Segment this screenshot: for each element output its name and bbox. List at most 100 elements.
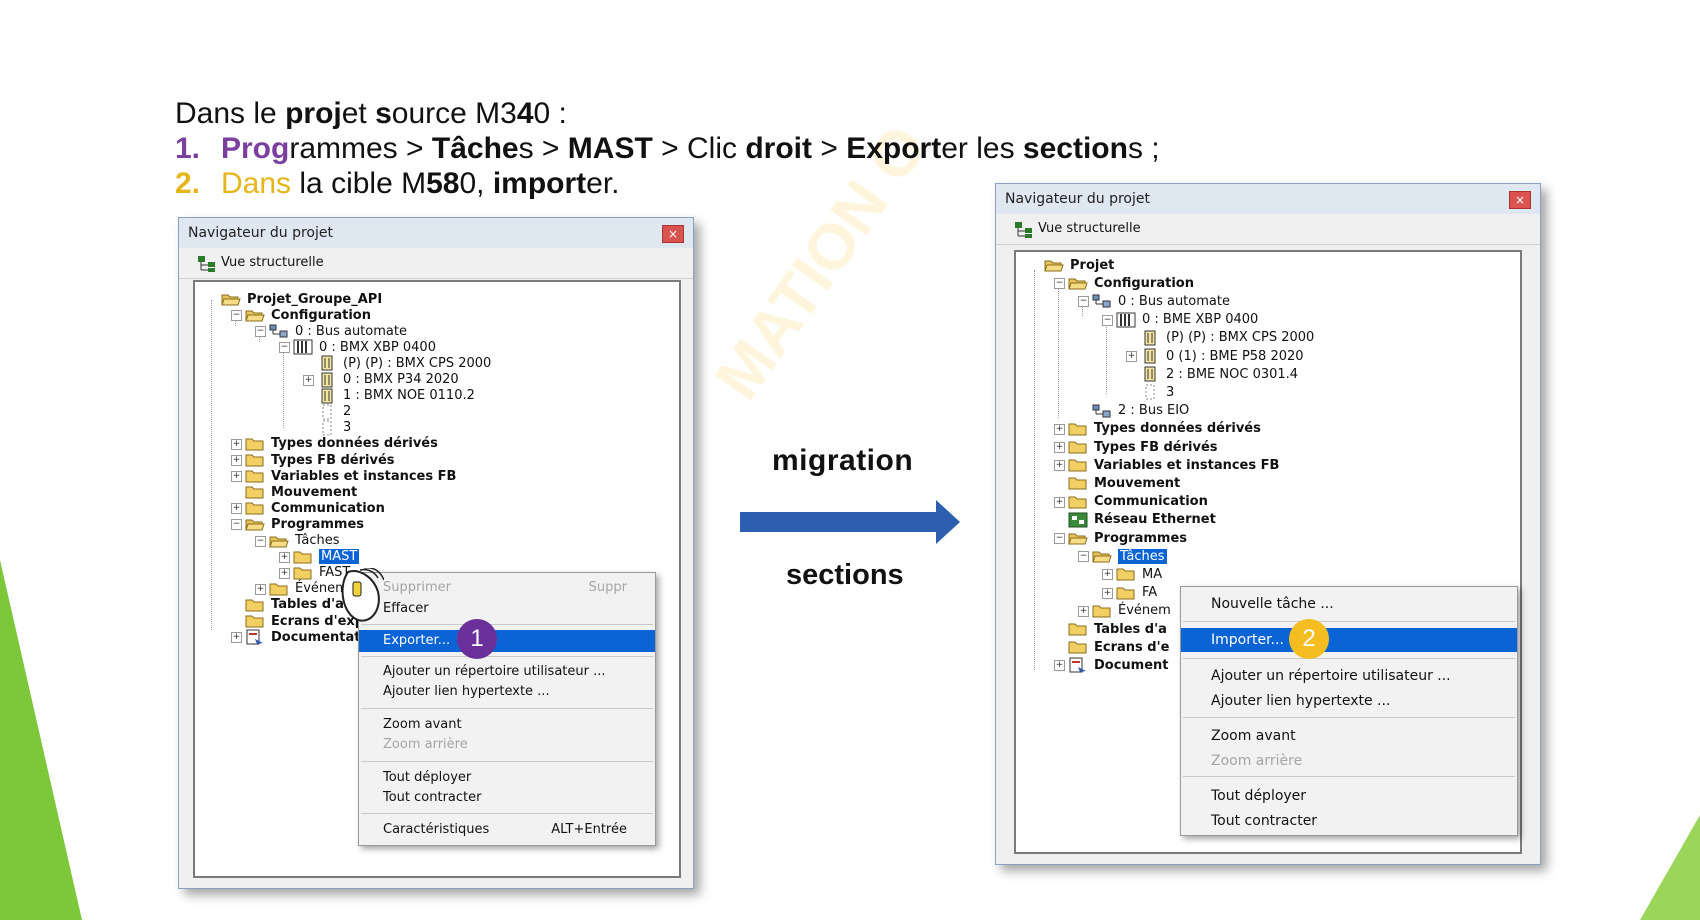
expand-icon[interactable]: + — [1054, 423, 1065, 435]
tree-item-label: MAST — [319, 549, 360, 565]
menu-item[interactable]: Tout déployer — [359, 767, 655, 789]
menu-item[interactable]: Tout contracter — [1181, 809, 1517, 833]
menu-item[interactable]: Zoom avant — [359, 714, 655, 736]
tree-item[interactable]: Projet — [1044, 256, 1114, 274]
folder-icon — [245, 484, 265, 500]
expand-icon[interactable]: + — [1054, 660, 1065, 672]
left-toolbar-label[interactable]: Vue structurelle — [221, 255, 324, 270]
tree-item[interactable]: Documentati — [245, 628, 365, 646]
expand-icon[interactable]: + — [1054, 496, 1065, 508]
tree-item[interactable]: Mouvement — [1068, 474, 1180, 492]
menu-item[interactable]: Nouvelle tâche ... — [1181, 592, 1517, 616]
expand-icon[interactable]: + — [255, 583, 266, 595]
tree-item-label: Configuration — [1094, 275, 1194, 291]
menu-item-label: Tout déployer — [1211, 788, 1307, 804]
collapse-icon[interactable]: − — [255, 535, 266, 547]
menu-item[interactable]: Ajouter lien hypertexte ... — [1181, 689, 1517, 713]
expand-icon[interactable]: + — [1054, 460, 1065, 472]
collapse-icon[interactable]: − — [1078, 296, 1089, 308]
right-toolbar-label[interactable]: Vue structurelle — [1038, 221, 1141, 236]
collapse-icon[interactable]: − — [1054, 533, 1065, 544]
module-icon — [317, 372, 337, 388]
folder-icon — [245, 500, 265, 516]
tree-item[interactable]: Réseau Ethernet — [1068, 511, 1216, 529]
expand-icon[interactable]: + — [231, 455, 242, 466]
expand-icon[interactable]: + — [231, 438, 242, 450]
tree-item[interactable]: Communication — [1068, 493, 1208, 511]
tree-item[interactable]: 0 (1) : BME P58 2020 — [1140, 347, 1304, 365]
left-close-icon[interactable]: × — [662, 225, 684, 243]
menu-separator — [361, 813, 653, 814]
expand-icon[interactable]: + — [1078, 605, 1089, 617]
tree-item-label: Types FB dérivés — [1094, 439, 1218, 455]
tree-item[interactable]: MA — [1116, 565, 1162, 583]
menu-item[interactable]: Ajouter un répertoire utilisateur ... — [359, 661, 655, 683]
expand-icon[interactable]: + — [1126, 351, 1137, 362]
folder-icon — [1068, 639, 1088, 655]
expand-icon[interactable]: + — [279, 551, 290, 563]
tree-item-label: Document — [1094, 657, 1169, 673]
tree-item[interactable]: Programmes — [1068, 529, 1187, 547]
menu-item[interactable]: Zoom arrière — [1181, 749, 1517, 773]
collapse-icon[interactable]: − — [231, 519, 242, 531]
tree-item-label: Communication — [271, 500, 385, 516]
tree-item[interactable]: Ecrans d'e — [1068, 638, 1169, 656]
menu-item-label: Nouvelle tâche ... — [1211, 596, 1334, 612]
expand-icon[interactable]: + — [231, 632, 242, 644]
tree-item[interactable]: FA — [1116, 584, 1157, 602]
tree-item[interactable]: Types données dérivés — [1068, 420, 1261, 438]
rack-icon — [1116, 312, 1136, 328]
collapse-icon[interactable]: − — [1078, 551, 1089, 563]
expand-icon[interactable]: + — [1102, 587, 1113, 599]
tree-item-label: Tâches — [295, 533, 340, 548]
right-close-icon[interactable]: × — [1509, 191, 1531, 209]
tree-item[interactable]: (P) (P) : BMX CPS 2000 — [1140, 329, 1314, 347]
folder-icon — [1068, 457, 1088, 473]
menu-item[interactable]: Supprimer Suppr — [359, 577, 655, 599]
collapse-icon[interactable]: − — [255, 326, 266, 338]
tree-item[interactable]: 0 : Bus automate — [1092, 292, 1230, 310]
menu-item[interactable]: Zoom arrière — [359, 734, 655, 756]
folder-icon — [1116, 566, 1136, 582]
tree-item[interactable]: 2 : Bus EIO — [1092, 402, 1189, 420]
expand-icon[interactable]: + — [279, 567, 290, 579]
expand-icon[interactable]: + — [303, 374, 314, 386]
menu-item[interactable]: Ajouter un répertoire utilisateur ... — [1181, 664, 1517, 688]
expand-icon[interactable]: + — [1054, 442, 1065, 453]
menu-item[interactable]: Ajouter lien hypertexte ... — [359, 681, 655, 703]
tree-item[interactable]: Tâches — [1092, 547, 1167, 565]
expand-icon[interactable]: + — [231, 471, 242, 483]
green-triangle-left — [0, 560, 82, 920]
menu-item[interactable]: Importer... — [1181, 628, 1517, 652]
tree-item[interactable]: 3 — [1140, 383, 1174, 401]
tree-item-label: 0 : Bus automate — [295, 323, 407, 339]
structure-view-icon[interactable] — [197, 255, 217, 273]
tree-item[interactable]: 2 : BME NOC 0301.4 — [1140, 365, 1298, 383]
menu-item[interactable]: Effacer — [359, 598, 655, 620]
tree-item[interactable]: Variables et instances FB — [1068, 456, 1279, 474]
structure-view-icon[interactable] — [1014, 221, 1034, 239]
menu-item[interactable]: Caractéristiques ALT+Entrée — [359, 819, 655, 841]
collapse-icon[interactable]: − — [279, 342, 290, 354]
tree-item[interactable]: Types FB dérivés — [1068, 438, 1218, 456]
menu-item[interactable]: Zoom avant — [1181, 724, 1517, 748]
tree-item-label: Configuration — [271, 307, 371, 323]
tree-item[interactable]: Événem — [1092, 602, 1171, 620]
tree-item[interactable]: 0 : BME XBP 0400 — [1116, 311, 1258, 329]
menu-item[interactable]: Tout déployer — [1181, 784, 1517, 808]
collapse-icon[interactable]: − — [1102, 314, 1113, 326]
tree-item[interactable]: Configuration — [1068, 274, 1194, 292]
slot-icon — [317, 404, 337, 420]
instruction-line-1: 1. Programmes > Tâches > MAST > Clic droi… — [175, 132, 1160, 165]
menu-item[interactable]: Tout contracter — [359, 787, 655, 809]
tree-item[interactable]: Tables d'a — [1068, 620, 1167, 638]
folder-open-icon — [245, 307, 265, 323]
expand-icon[interactable]: + — [231, 503, 242, 515]
menu-item[interactable]: Exporter... — [359, 630, 655, 652]
tree-item-label: 0 : BMX XBP 0400 — [319, 339, 436, 355]
tree-item[interactable]: Document — [1068, 656, 1169, 674]
collapse-icon[interactable]: − — [1054, 278, 1065, 290]
expand-icon[interactable]: + — [1102, 569, 1113, 581]
collapse-icon[interactable]: − — [231, 310, 242, 322]
folder-open-icon — [1068, 275, 1088, 291]
